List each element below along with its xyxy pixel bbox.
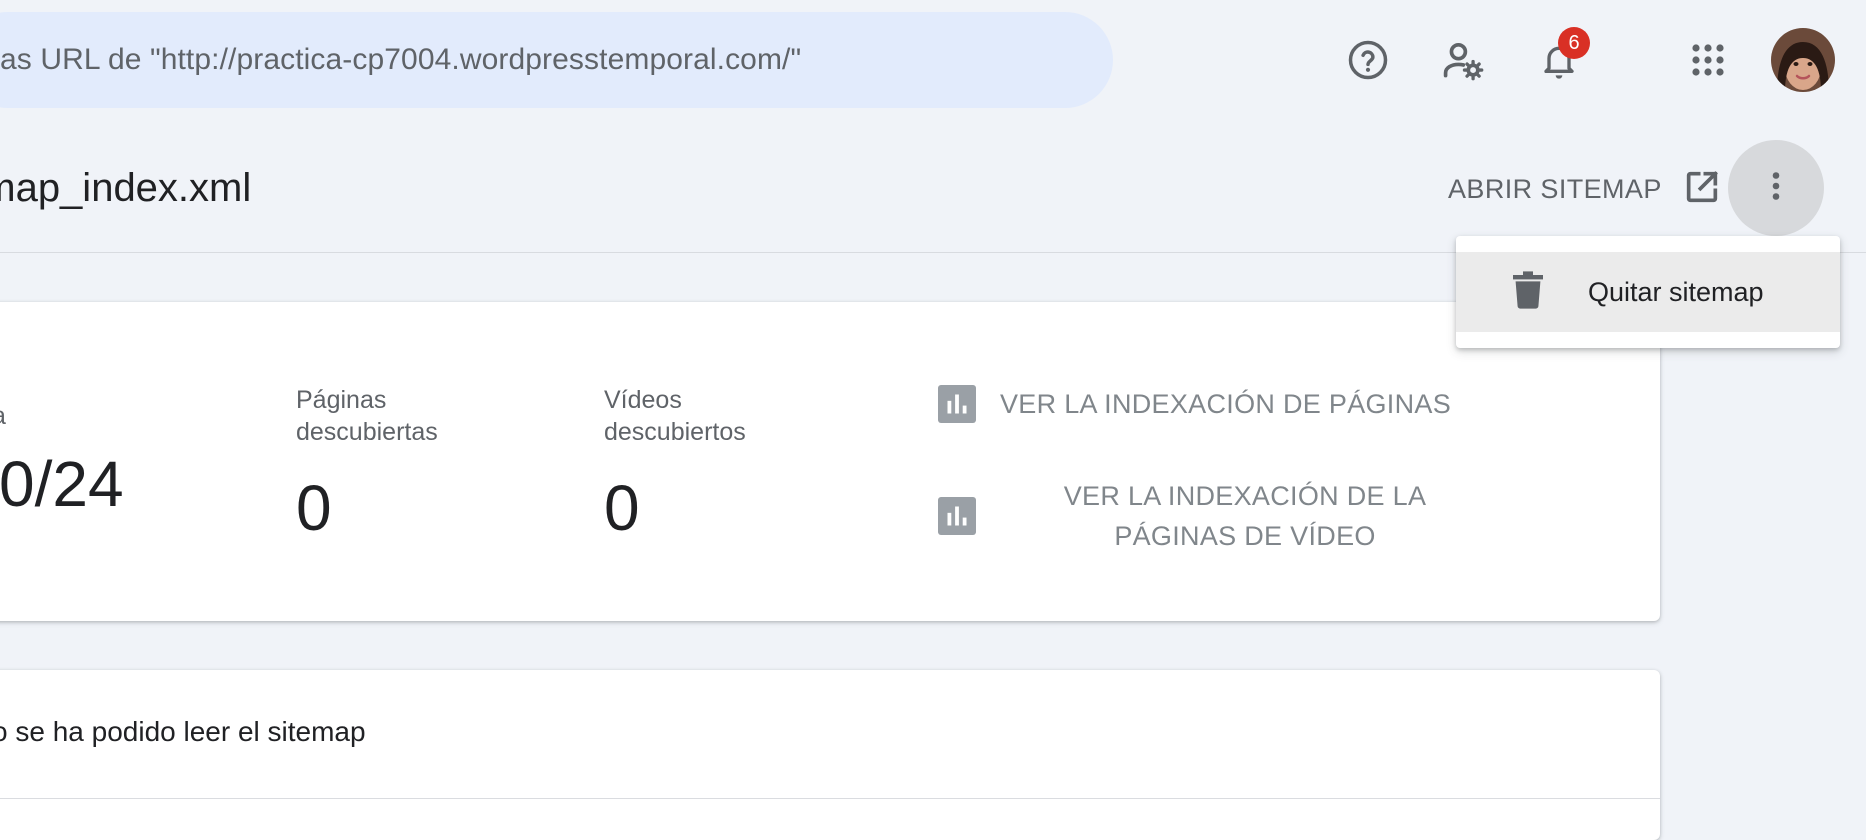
- notifications-bell-icon[interactable]: 6: [1524, 25, 1594, 95]
- discovered-videos-stat: Vídeos descubiertos 0: [604, 384, 746, 544]
- view-page-indexing-label: VER LA INDEXACIÓN DE PÁGINAS: [1000, 389, 1452, 419]
- discovered-videos-label-line2: descubiertos: [604, 418, 746, 446]
- discovered-pages-label-line1: Páginas: [296, 386, 387, 414]
- card-divider: [0, 798, 1660, 799]
- admin-settings-icon[interactable]: [1428, 25, 1498, 95]
- last-read-label: a lectura: [0, 400, 124, 432]
- notification-count-badge: 6: [1558, 27, 1590, 59]
- view-video-indexing-label: VER LA INDEXACIÓN DE LA PÁGINAS DE VÍDEO: [1063, 481, 1427, 551]
- last-read-stat: a lectura 0/10/24: [0, 400, 124, 520]
- more-options-menu: Quitar sitemap: [1456, 236, 1840, 348]
- bar-chart-icon: [938, 497, 976, 535]
- sitemap-error-card: o se ha podido leer el sitemap: [0, 670, 1660, 840]
- discovered-pages-label-line2: descubiertas: [296, 418, 438, 446]
- apps-grid-icon[interactable]: [1673, 25, 1743, 95]
- sitemap-stats-card: a lectura 0/10/24 Páginas descubiertas 0…: [0, 302, 1660, 621]
- discovered-videos-value: 0: [604, 472, 640, 544]
- avatar[interactable]: [1771, 28, 1835, 92]
- search-text: as URL de "http://practica-cp7004.wordpr…: [0, 43, 802, 76]
- more-options-button[interactable]: [1728, 140, 1824, 236]
- discovered-videos-label-line1: Vídeos: [604, 386, 682, 414]
- open-sitemap-button[interactable]: ABRIR SITEMAP: [1448, 164, 1722, 214]
- search-bar[interactable]: as URL de "http://practica-cp7004.wordpr…: [0, 12, 1113, 108]
- last-read-value: 0/10/24: [0, 448, 124, 520]
- discovered-pages-value: 0: [296, 472, 332, 544]
- view-page-indexing-link[interactable]: VER LA INDEXACIÓN DE PÁGINAS: [938, 384, 1451, 424]
- open-in-new-icon: [1682, 167, 1722, 212]
- open-sitemap-label: ABRIR SITEMAP: [1448, 173, 1662, 204]
- menu-item-label: Quitar sitemap: [1588, 276, 1764, 307]
- discovered-pages-stat: Páginas descubiertas 0: [296, 384, 438, 544]
- trash-icon: [1512, 270, 1544, 314]
- bar-chart-icon: [938, 385, 976, 423]
- view-video-indexing-link[interactable]: VER LA INDEXACIÓN DE LA PÁGINAS DE VÍDEO: [938, 476, 1490, 556]
- page-title: emap_index.xml: [0, 166, 252, 210]
- more-vert-icon: [1758, 168, 1794, 209]
- menu-item-remove-sitemap[interactable]: Quitar sitemap: [1456, 252, 1840, 332]
- help-icon[interactable]: [1333, 25, 1403, 95]
- sitemap-error-message: o se ha podido leer el sitemap: [0, 716, 366, 747]
